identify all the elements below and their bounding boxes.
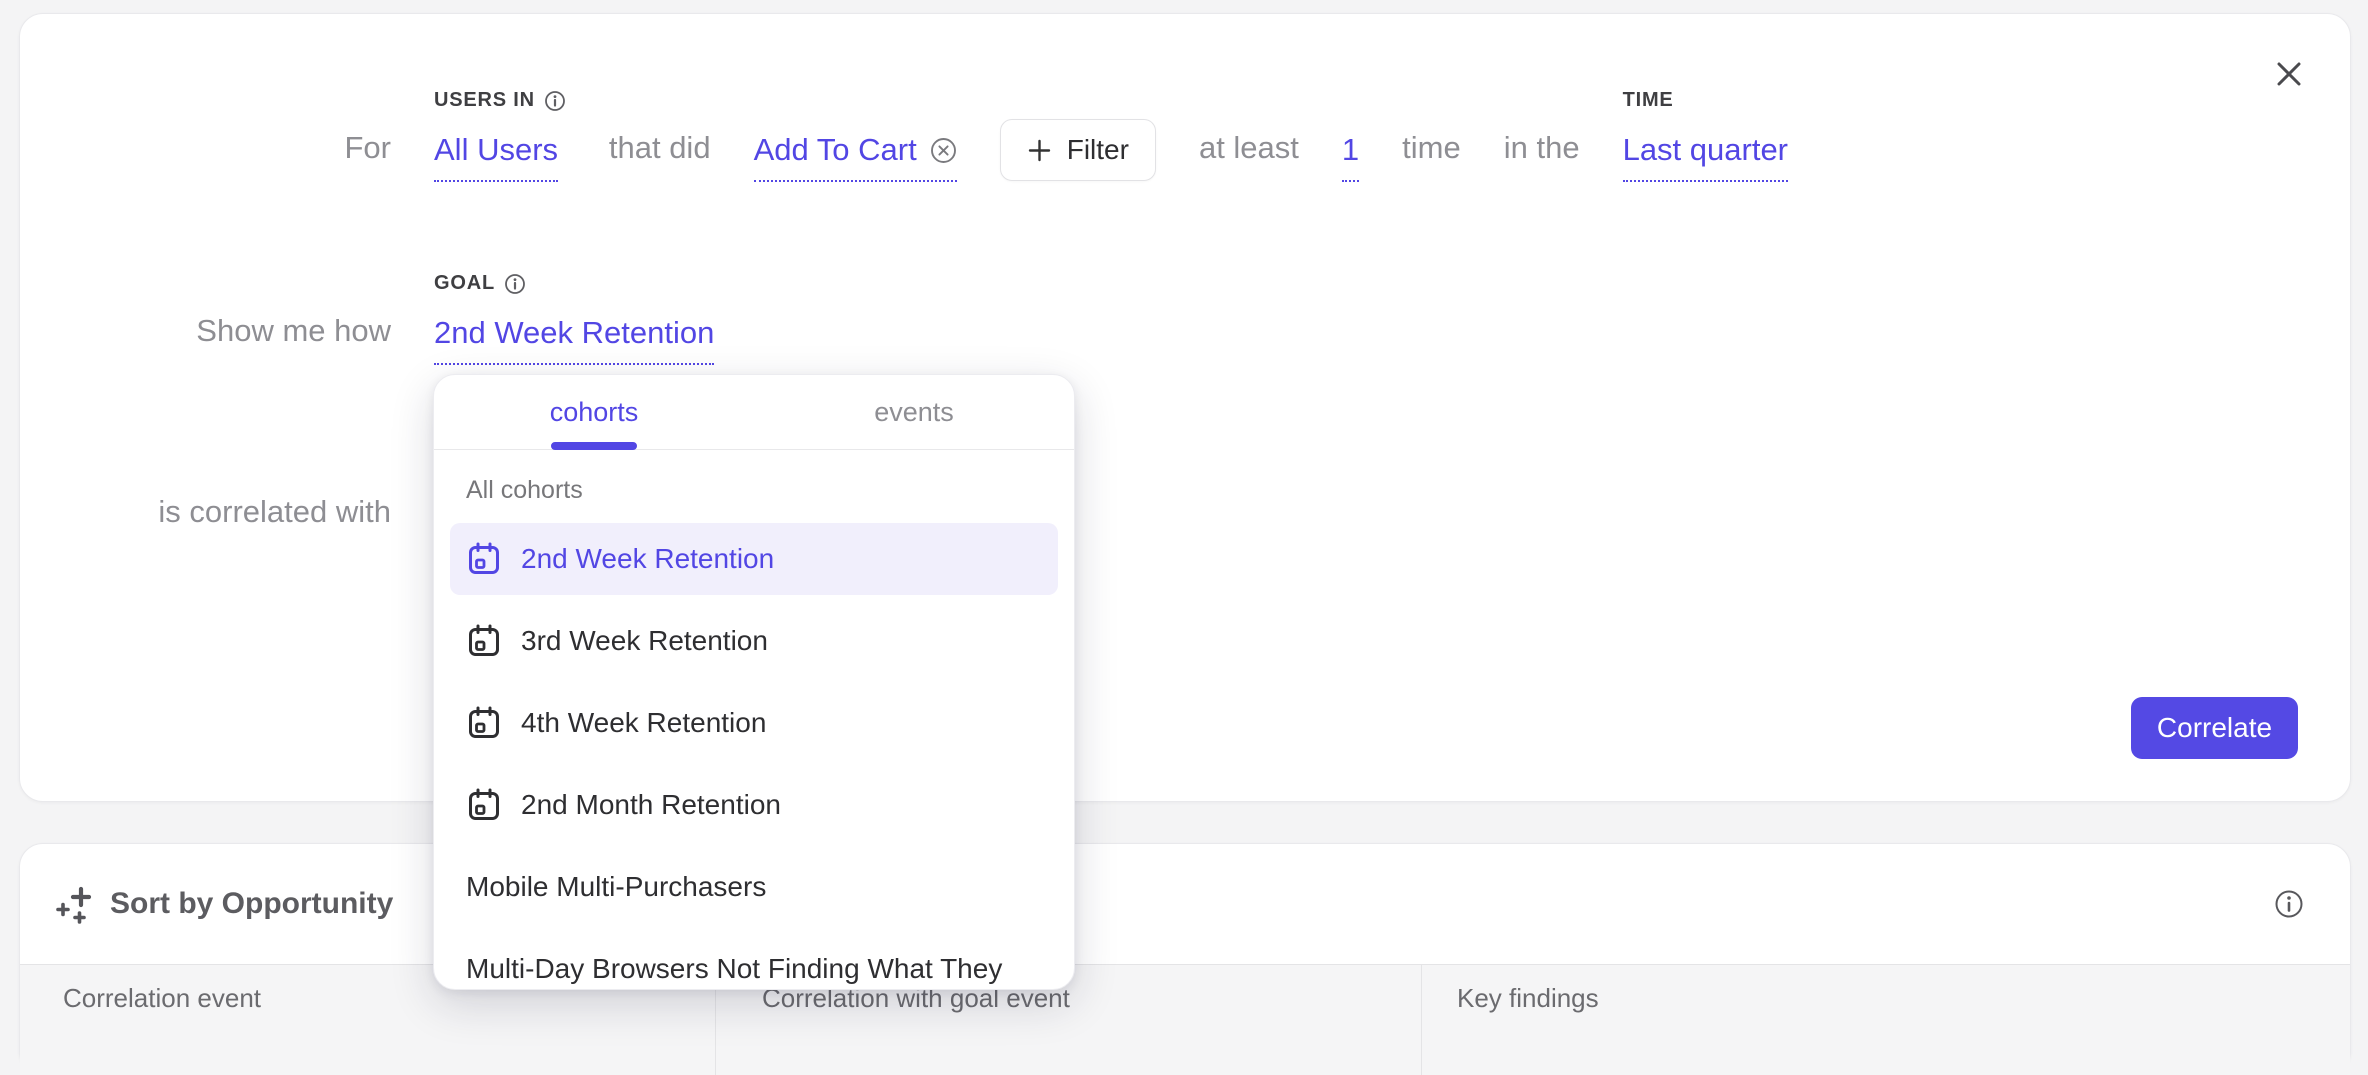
list-item[interactable]: 2nd Week Retention (450, 523, 1058, 595)
users-selector-value: All Users (434, 132, 558, 168)
sort-row: Sort by Opportunity (20, 844, 2350, 964)
list-item[interactable]: 4th Week Retention (450, 687, 1058, 759)
time-label-text: TIME (1623, 89, 1674, 112)
goal-label-text: GOAL (434, 272, 495, 295)
list-item-label: 2nd Week Retention (521, 543, 774, 575)
goal-field: GOAL 2nd Week Retention (434, 272, 714, 365)
list-item-label: Multi-Day Browsers Not Finding What They (466, 953, 1002, 985)
users-in-label: USERS IN (434, 89, 566, 112)
is-correlated-with-word: is correlated with (20, 494, 391, 546)
time-label: TIME (1623, 89, 1674, 112)
at-least-word: at least (1199, 130, 1299, 182)
calendar-icon (466, 541, 502, 577)
query-builder-card: For USERS IN All Users that did Add To C… (19, 13, 2351, 802)
info-icon[interactable] (544, 90, 566, 112)
info-icon[interactable] (2274, 889, 2304, 919)
count-field: 1 (1342, 132, 1359, 182)
query-row-correlated: is correlated with (20, 494, 391, 546)
list-item-label: 4th Week Retention (521, 707, 766, 739)
that-did-word: that did (609, 130, 711, 182)
calendar-icon (466, 787, 502, 823)
users-selector[interactable]: All Users (434, 132, 558, 182)
query-row-users: For USERS IN All Users that did Add To C… (20, 89, 1788, 182)
show-me-how-word: Show me how (20, 313, 391, 365)
list-item[interactable]: Mobile Multi-Purchasers (450, 851, 1058, 923)
dropdown-tabs: cohorts events (434, 375, 1074, 450)
sparkle-plus-icon[interactable] (53, 881, 99, 927)
time-range-field: TIME Last quarter (1623, 89, 1788, 182)
time-range-selector-value: Last quarter (1623, 132, 1788, 168)
list-item[interactable]: 2nd Month Retention (450, 769, 1058, 841)
event-field: Add To Cart (754, 132, 957, 182)
tab-events[interactable]: events (754, 375, 1074, 449)
dropdown-section-label: All cohorts (466, 476, 1058, 505)
sort-by-opportunity-button[interactable]: Sort by Opportunity (110, 887, 393, 921)
count-selector-value: 1 (1342, 132, 1359, 168)
list-item-label: 2nd Month Retention (521, 789, 781, 821)
list-item[interactable]: Multi-Day Browsers Not Finding What They (450, 933, 1058, 990)
event-selector-value: Add To Cart (754, 132, 917, 168)
list-item-label: 3rd Week Retention (521, 625, 768, 657)
correlate-button[interactable]: Correlate (2131, 697, 2298, 759)
in-the-word: in the (1504, 130, 1580, 182)
list-item-label: Mobile Multi-Purchasers (466, 871, 766, 903)
calendar-icon (466, 623, 502, 659)
results-panel-card: Sort by Opportunity Correlation event Co… (19, 843, 2351, 1075)
add-filter-button[interactable]: Filter (1000, 119, 1156, 181)
close-icon[interactable] (2274, 59, 2304, 89)
goal-label: GOAL (434, 272, 526, 295)
calendar-icon (466, 705, 502, 741)
goal-selector[interactable]: 2nd Week Retention (434, 315, 714, 365)
active-tab-indicator (551, 442, 637, 450)
count-selector[interactable]: 1 (1342, 132, 1359, 182)
results-table-header: Correlation event Correlation with goal … (20, 964, 2350, 1075)
event-selector[interactable]: Add To Cart (754, 132, 957, 182)
tab-cohorts-label: cohorts (550, 397, 639, 428)
info-icon[interactable] (504, 273, 526, 295)
query-row-goal: Show me how GOAL 2nd Week Retention (20, 272, 714, 365)
add-filter-button-label: Filter (1067, 134, 1129, 166)
goal-selector-value: 2nd Week Retention (434, 315, 714, 351)
remove-event-icon[interactable] (930, 137, 957, 164)
dropdown-list: All cohorts 2nd Week Retention 3rd Week … (434, 476, 1074, 990)
time-word: time (1402, 130, 1461, 182)
users-in-field: USERS IN All Users (434, 89, 566, 182)
plus-icon (1027, 138, 1052, 163)
tab-events-label: events (874, 397, 954, 428)
cohort-dropdown: cohorts events All cohorts 2nd Week Rete… (433, 374, 1075, 990)
time-range-selector[interactable]: Last quarter (1623, 132, 1788, 182)
tab-cohorts[interactable]: cohorts (434, 375, 754, 449)
users-in-label-text: USERS IN (434, 89, 535, 112)
list-item[interactable]: 3rd Week Retention (450, 605, 1058, 677)
column-header-key-findings: Key findings (1421, 965, 2350, 1075)
for-word: For (20, 130, 391, 182)
